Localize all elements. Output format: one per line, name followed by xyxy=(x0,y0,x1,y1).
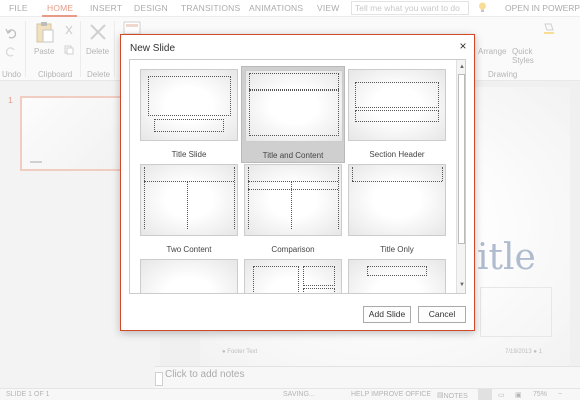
placeholder-box xyxy=(249,89,339,136)
placeholder-box xyxy=(355,110,439,122)
layout-preview xyxy=(140,259,238,293)
layout-title-and-content[interactable]: Title and Content xyxy=(241,66,345,163)
layout-picture-with-caption[interactable] xyxy=(345,256,449,293)
close-icon[interactable]: × xyxy=(457,40,469,52)
layout-preview xyxy=(348,69,446,141)
divider-line xyxy=(234,167,235,229)
placeholder-box xyxy=(355,82,439,108)
layout-comparison[interactable]: Comparison xyxy=(241,161,345,256)
layout-preview xyxy=(245,70,343,142)
layout-label: Title Slide xyxy=(171,150,207,159)
scrollbar-thumb[interactable] xyxy=(458,74,465,244)
layout-preview xyxy=(348,259,446,293)
placeholder-box xyxy=(303,288,335,293)
divider-line xyxy=(352,167,353,181)
layout-preview xyxy=(244,259,342,293)
divider-line xyxy=(248,181,338,182)
placeholder-box xyxy=(367,266,427,276)
placeholder-box xyxy=(148,76,231,116)
divider-line xyxy=(248,167,249,229)
divider-line xyxy=(442,167,443,181)
layout-blank[interactable] xyxy=(137,256,241,293)
divider-line xyxy=(144,167,145,229)
placeholder-box xyxy=(253,266,299,293)
layout-section-header[interactable]: Section Header xyxy=(345,66,449,161)
layout-label: Section Header xyxy=(369,150,425,159)
layout-preview xyxy=(140,69,238,141)
placeholder-box xyxy=(154,119,224,132)
layout-label: Two Content xyxy=(166,245,212,254)
divider-line xyxy=(144,181,234,182)
layout-preview xyxy=(244,164,342,236)
layout-label: Title Only xyxy=(380,245,414,254)
layout-preview xyxy=(140,164,238,236)
placeholder-box xyxy=(303,266,335,286)
divider-line xyxy=(248,189,338,190)
new-slide-dialog: New Slide × Title Slide Title and Conten… xyxy=(120,34,475,331)
layout-label: Comparison xyxy=(271,245,315,254)
scroll-up-icon[interactable]: ▲ xyxy=(457,62,465,72)
layout-two-content[interactable]: Two Content xyxy=(137,161,241,256)
layout-content-with-caption[interactable] xyxy=(241,256,345,293)
divider-line xyxy=(352,181,442,182)
layout-preview xyxy=(348,164,446,236)
gallery-scrollbar[interactable]: ▲ ▼ xyxy=(456,60,465,293)
add-slide-button[interactable]: Add Slide xyxy=(363,306,411,323)
layout-title-only[interactable]: Title Only xyxy=(345,161,449,256)
dialog-title: New Slide xyxy=(130,43,176,54)
layout-gallery: Title Slide Title and Content Section He… xyxy=(129,59,466,294)
divider-line xyxy=(187,181,188,229)
cancel-button[interactable]: Cancel xyxy=(418,306,466,323)
layout-title-slide[interactable]: Title Slide xyxy=(137,66,241,161)
divider-line xyxy=(291,181,292,229)
scroll-down-icon[interactable]: ▼ xyxy=(457,280,465,290)
divider-line xyxy=(338,167,339,229)
